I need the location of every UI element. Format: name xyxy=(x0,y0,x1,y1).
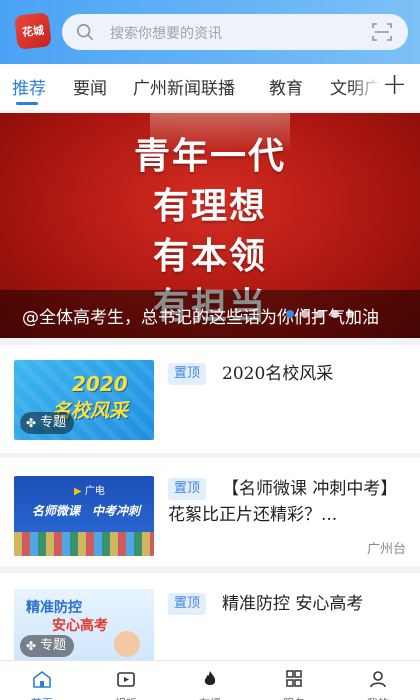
tab-guangzhou-news[interactable]: 广州新闻联播 xyxy=(133,74,235,99)
banner-carousel[interactable]: 青年一代 有理想 有本领 有担当 @全体高考生，总书记的这些话为你们打气加油 xyxy=(0,113,420,338)
active-tab-indicator xyxy=(16,102,38,105)
thumb-title-line-1: 精准防控 xyxy=(26,600,82,616)
thumb-title-line-1: 2020 xyxy=(72,372,128,396)
topic-icon: ✤ xyxy=(26,416,37,430)
thumb-brand-text: 广电 xyxy=(84,486,105,497)
topic-badge: ✤ 专题 xyxy=(20,635,75,657)
topic-icon: ✤ xyxy=(26,639,37,653)
nav-label: 在播 xyxy=(168,695,252,700)
topic-badge-label: 专题 xyxy=(40,415,67,430)
list-item[interactable]: 2020 名校风采 ✤ 专题 置顶 2020名校风采 xyxy=(0,345,420,453)
item-source: 广州台 xyxy=(366,542,406,557)
nav-video[interactable]: 视听 xyxy=(84,661,168,700)
search-placeholder: 搜索你想要的资讯 xyxy=(110,26,222,42)
carousel-dot[interactable] xyxy=(286,310,294,318)
home-icon xyxy=(33,671,51,688)
tab-education[interactable]: 教育 xyxy=(269,74,303,99)
thumb-title-line-2: 安心高考 xyxy=(52,618,108,634)
thumb-brand: ▶ 广电 xyxy=(74,482,105,497)
thumb-figure xyxy=(114,631,140,657)
item-thumbnail: 精准防控 安心高考 ✤ 专题 xyxy=(14,589,154,663)
tab-headlines[interactable]: 要闻 xyxy=(73,74,107,99)
app-root: 花城 搜索你想要的资讯 推荐 要闻 广州新闻联播 教育 文明广 + 青年一代 有… xyxy=(0,0,420,700)
topic-badge-label: 专题 xyxy=(40,638,67,653)
tv-icon xyxy=(117,672,135,687)
nav-label: 视听 xyxy=(84,695,168,700)
item-title: 精准防控 安心高考 xyxy=(222,594,364,614)
add-channel-icon[interactable]: + xyxy=(382,70,407,100)
user-icon xyxy=(370,671,386,688)
logo-text: 花城 xyxy=(21,23,45,40)
flame-icon xyxy=(204,671,216,685)
item-thumbnail: ▶ 广电 名师微课 中考冲刺 xyxy=(14,476,154,556)
search-icon xyxy=(76,23,94,41)
brand-play-icon: ▶ xyxy=(74,486,82,497)
nav-label: 服务 xyxy=(252,695,336,700)
nav-label: 我的 xyxy=(336,695,420,700)
search-box[interactable]: 搜索你想要的资讯 xyxy=(62,14,408,50)
list-item[interactable]: 精准防控 安心高考 ✤ 专题 置顶 精准防控 安心高考 xyxy=(0,573,420,663)
scan-icon[interactable] xyxy=(372,22,392,42)
banner-caption-bar: @全体高考生，总书记的这些话为你们打气加油 xyxy=(0,290,420,338)
thumb-title-line-1: 名师微课 xyxy=(32,504,81,518)
tabs-fade xyxy=(350,64,380,110)
banner-line-2: 有理想 xyxy=(152,185,267,227)
topic-badge: ✤ 专题 xyxy=(20,412,75,434)
carousel-dots xyxy=(286,310,354,318)
nav-label: 首页 xyxy=(0,695,84,700)
carousel-dot[interactable] xyxy=(346,310,354,318)
item-title: 2020名校风采 xyxy=(222,364,334,384)
nav-services[interactable]: 服务 xyxy=(252,661,336,700)
channel-tabs: 推荐 要闻 广州新闻联播 教育 文明广 + xyxy=(0,64,420,110)
list-item[interactable]: ▶ 广电 名师微课 中考冲刺 置顶 【名师微课 冲刺中考】花絮比正片还精彩？..… xyxy=(0,458,420,566)
nav-live[interactable]: 在播 xyxy=(168,661,252,700)
item-thumbnail: 2020 名校风采 ✤ 专题 xyxy=(14,360,154,440)
carousel-dot[interactable] xyxy=(331,310,339,318)
thumb-title-line-2: 中考冲刺 xyxy=(92,504,141,518)
app-logo[interactable]: 花城 xyxy=(14,12,52,50)
grid-icon xyxy=(286,670,302,687)
tab-recommend[interactable]: 推荐 xyxy=(12,74,46,99)
thumb-books-strip xyxy=(14,532,154,556)
banner-line-1: 青年一代 xyxy=(133,135,286,177)
carousel-dot[interactable] xyxy=(316,310,324,318)
nav-home[interactable]: 首页 xyxy=(0,661,84,700)
carousel-dot[interactable] xyxy=(301,310,309,318)
bottom-nav: 首页 视听 在播 服务 我的 xyxy=(0,660,420,700)
header-bar: 花城 搜索你想要的资讯 xyxy=(0,0,420,64)
item-title: 【名师微课 冲刺中考】花絮比正片还精彩？... xyxy=(168,479,398,525)
banner-line-3: 有本领 xyxy=(152,235,267,277)
nav-profile[interactable]: 我的 xyxy=(336,661,420,700)
